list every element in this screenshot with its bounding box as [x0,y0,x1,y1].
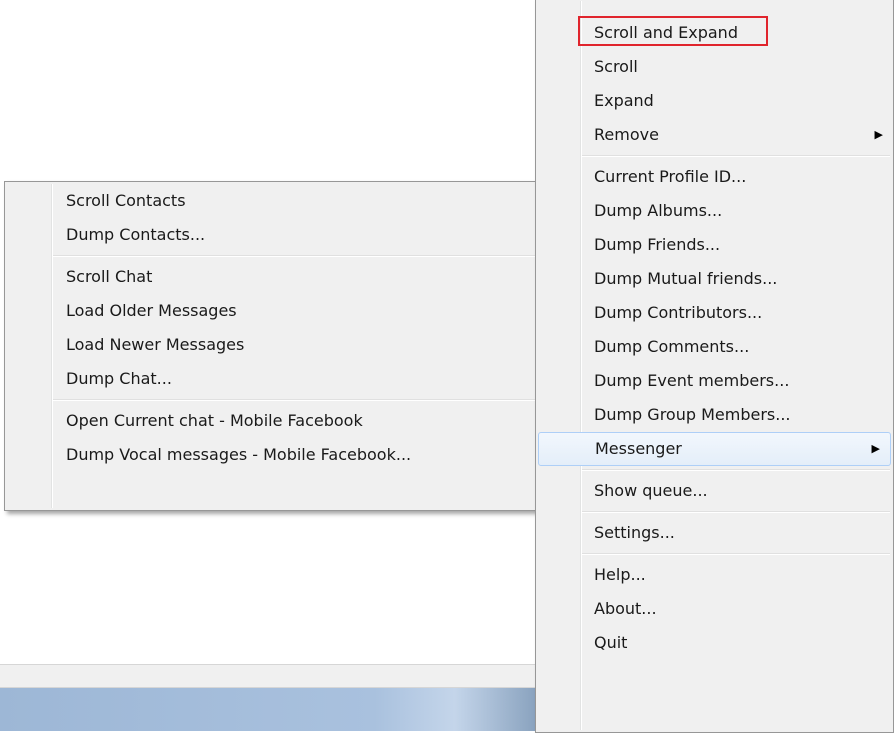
menu-item-show-queue[interactable]: Show queue... [536,474,893,508]
menu-item-scroll-and-expand[interactable]: Scroll and Expand [536,16,893,50]
menu-item-settings[interactable]: Settings... [536,516,893,550]
menu-separator [536,508,893,516]
submenu-arrow-icon: ▶ [874,128,883,141]
menu-item-label: Messenger [595,439,682,458]
menu-item-dump-friends[interactable]: Dump Friends... [536,228,893,262]
menu-item-load-older-messages[interactable]: Load Older Messages [5,294,539,328]
menu-item-scroll-chat[interactable]: Scroll Chat [5,260,539,294]
menu-separator [536,466,893,474]
menu-separator [536,550,893,558]
submenu-arrow-icon: ▶ [871,442,880,455]
menu-item-quit[interactable]: Quit [536,626,893,660]
menu-item-label: Remove [594,125,659,144]
menu-item-help[interactable]: Help... [536,558,893,592]
menu-item-messenger[interactable]: Messenger ▶ [538,432,891,466]
menu-item-remove[interactable]: Remove ▶ [536,118,893,152]
menu-separator [536,152,893,160]
menu-item-expand[interactable]: Expand [536,84,893,118]
menu-item-current-profile-id[interactable]: Current Profile ID... [536,160,893,194]
messenger-submenu: Scroll Contacts Dump Contacts... Scroll … [4,181,540,511]
background-taskbar [0,688,535,731]
menu-item-open-current-chat[interactable]: Open Current chat - Mobile Facebook [5,404,539,438]
menu-separator [5,252,539,260]
menu-item-dump-albums[interactable]: Dump Albums... [536,194,893,228]
menu-item-dump-chat[interactable]: Dump Chat... [5,362,539,396]
background-status-bar [0,664,535,688]
menu-item-dump-contacts[interactable]: Dump Contacts... [5,218,539,252]
menu-item-dump-event-members[interactable]: Dump Event members... [536,364,893,398]
menu-item-scroll[interactable]: Scroll [536,50,893,84]
menu-item-scroll-contacts[interactable]: Scroll Contacts [5,184,539,218]
menu-item-dump-mutual-friends[interactable]: Dump Mutual friends... [536,262,893,296]
menu-item-load-newer-messages[interactable]: Load Newer Messages [5,328,539,362]
main-context-menu: Scroll and Expand Scroll Expand Remove ▶… [535,0,894,733]
menu-item-dump-comments[interactable]: Dump Comments... [536,330,893,364]
menu-item-dump-vocal-messages[interactable]: Dump Vocal messages - Mobile Facebook... [5,438,539,472]
menu-separator [5,396,539,404]
menu-item-dump-contributors[interactable]: Dump Contributors... [536,296,893,330]
menu-item-about[interactable]: About... [536,592,893,626]
menu-item-dump-group-members[interactable]: Dump Group Members... [536,398,893,432]
